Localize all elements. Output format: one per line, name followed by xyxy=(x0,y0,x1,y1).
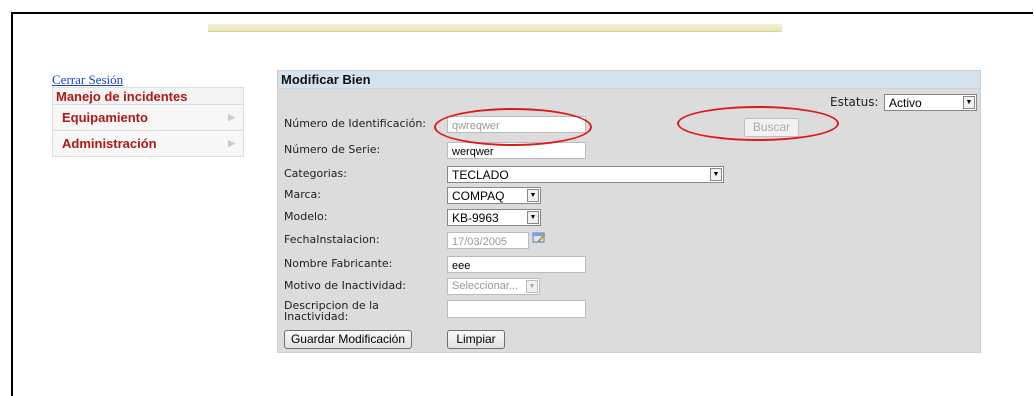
category-label: Categorias: xyxy=(284,167,347,180)
install-date-label: FechaInstalacion: xyxy=(284,233,380,246)
status-label: Estatus: xyxy=(830,95,879,109)
status-select[interactable]: Activo ▼ xyxy=(884,94,977,111)
model-value: KB-9963 xyxy=(452,211,499,225)
inactivity-description-label: Descripcion de la Inactividad: xyxy=(284,299,379,323)
chevron-right-icon: ▶ xyxy=(228,138,235,148)
sidebar-section-title: Manejo de incidentes xyxy=(52,87,244,104)
sidebar-item-equipamiento[interactable]: Equipamiento ▶ xyxy=(52,104,244,131)
chevron-down-icon: ▼ xyxy=(527,189,539,202)
chevron-down-icon: ▼ xyxy=(526,280,538,293)
sidebar-item-label: Equipamiento xyxy=(62,110,148,125)
model-select[interactable]: KB-9963 ▼ xyxy=(447,209,541,226)
category-select[interactable]: TECLADO ▼ xyxy=(447,166,724,183)
inactivity-reason-value: Seleccionar... xyxy=(452,280,519,292)
serial-field[interactable] xyxy=(447,142,586,159)
sidebar: Manejo de incidentes Equipamiento ▶ Admi… xyxy=(52,87,244,157)
modify-asset-panel: Modificar Bien Estatus: Activo ▼ Número … xyxy=(277,70,981,353)
save-changes-button[interactable]: Guardar Modificación xyxy=(284,330,412,349)
status-value: Activo xyxy=(889,96,922,110)
id-number-label: Número de Identificación: xyxy=(284,117,427,130)
inactivity-reason-select[interactable]: Seleccionar... ▼ xyxy=(447,278,540,295)
serial-label: Número de Serie: xyxy=(284,143,381,156)
brand-label: Marca: xyxy=(284,188,322,201)
panel-title: Modificar Bien xyxy=(278,71,980,89)
logout-link[interactable]: Cerrar Sesión xyxy=(52,72,123,88)
chevron-down-icon: ▼ xyxy=(963,96,975,109)
brand-value: COMPAQ xyxy=(452,189,505,203)
manufacturer-field[interactable] xyxy=(447,256,586,273)
chevron-down-icon: ▼ xyxy=(710,168,722,181)
calendar-icon[interactable] xyxy=(532,231,546,243)
search-button[interactable]: Buscar xyxy=(744,118,799,137)
chevron-right-icon: ▶ xyxy=(228,112,235,122)
install-date-field[interactable] xyxy=(447,232,529,249)
manufacturer-label: Nombre Fabricante: xyxy=(284,257,393,270)
sidebar-item-administracion[interactable]: Administración ▶ xyxy=(52,131,244,157)
brand-select[interactable]: COMPAQ ▼ xyxy=(447,187,541,204)
clear-button[interactable]: Limpiar xyxy=(447,330,505,349)
inactivity-reason-label: Motivo de Inactividad: xyxy=(284,279,406,292)
inactivity-description-field[interactable] xyxy=(447,300,586,318)
category-value: TECLADO xyxy=(452,168,509,182)
header-banner xyxy=(208,24,782,32)
sidebar-item-label: Administración xyxy=(62,136,157,151)
model-label: Modelo: xyxy=(284,210,328,223)
chevron-down-icon: ▼ xyxy=(527,211,539,224)
id-number-field[interactable] xyxy=(447,116,586,133)
